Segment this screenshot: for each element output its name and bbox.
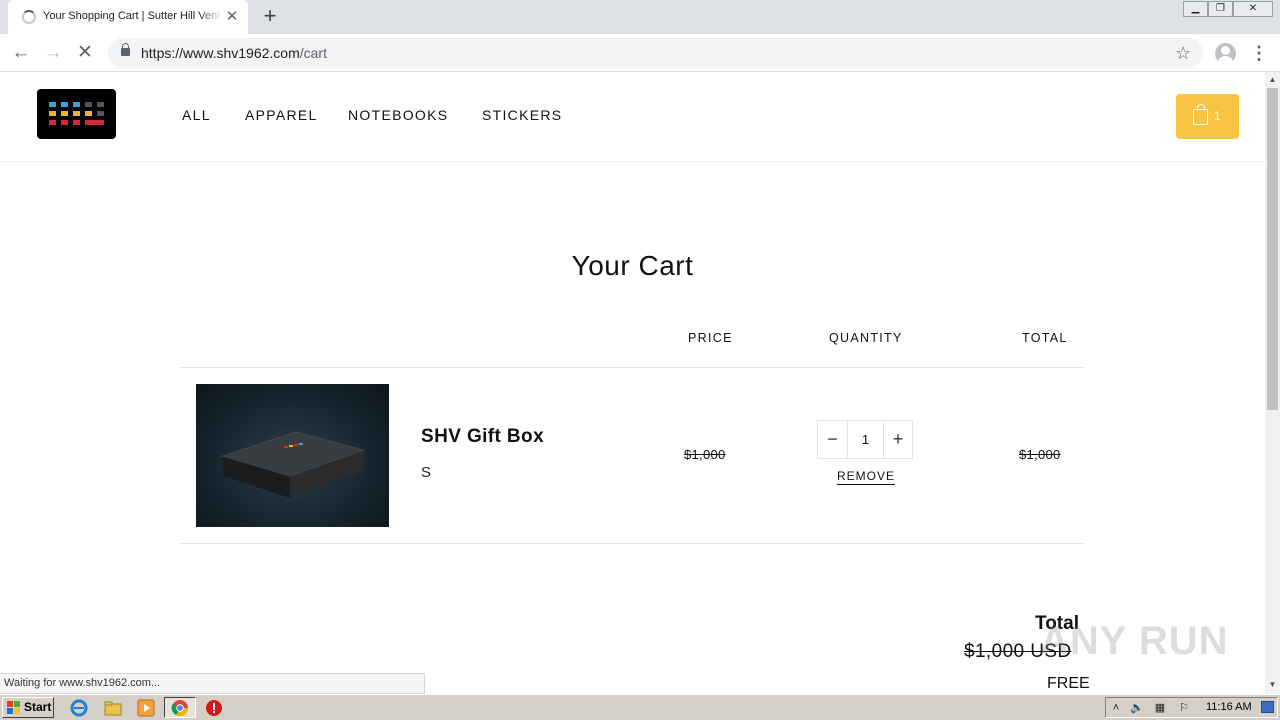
start-label: Start xyxy=(24,700,52,714)
network-icon[interactable]: ▦ xyxy=(1153,701,1167,715)
logo-block xyxy=(73,111,80,116)
gift-box-illustration xyxy=(220,431,366,498)
show-desktop-icon[interactable] xyxy=(1261,701,1274,713)
page-viewport: ALL APPAREL NOTEBOOKS STICKERS 1 Your Ca… xyxy=(0,72,1265,694)
nav-link-apparel[interactable]: APPAREL xyxy=(245,107,318,123)
taskbar: Start ˄ 🔈 ▦ ⚐ 11:16 AM xyxy=(0,694,1280,720)
star-icon[interactable]: ☆ xyxy=(1175,41,1191,65)
remove-item-link[interactable]: REMOVE xyxy=(837,469,896,485)
quantity-increase-button[interactable]: + xyxy=(883,420,913,459)
media-player-icon[interactable] xyxy=(137,699,155,717)
divider xyxy=(180,367,1084,368)
line-total: $1,000 xyxy=(1019,447,1061,462)
shopping-bag-icon xyxy=(1193,104,1208,125)
column-header-quantity: QUANTITY xyxy=(829,331,903,345)
cart-button[interactable]: 1 xyxy=(1176,94,1239,139)
logo-block xyxy=(97,111,104,116)
logo-block xyxy=(73,120,80,125)
logo-block xyxy=(85,111,92,116)
lock-icon xyxy=(121,43,130,56)
product-name[interactable]: SHV Gift Box xyxy=(421,426,544,448)
site-header: ALL APPAREL NOTEBOOKS STICKERS 1 xyxy=(0,72,1265,162)
browser-tab[interactable]: Your Shopping Cart | Sutter Hill Venture… xyxy=(8,0,248,34)
window-close-button[interactable]: ✕ xyxy=(1233,1,1273,17)
product-image[interactable] xyxy=(196,384,389,527)
logo-block xyxy=(49,102,56,107)
quantity-input[interactable]: 1 xyxy=(848,420,883,459)
show-hidden-icons-icon[interactable]: ˄ xyxy=(1109,701,1123,715)
profile-icon[interactable] xyxy=(1215,43,1236,64)
clock[interactable]: 11:16 AM xyxy=(1206,701,1252,713)
tab-title: Your Shopping Cart | Sutter Hill Venture… xyxy=(43,10,219,22)
product-variant: S xyxy=(421,464,432,481)
volume-icon[interactable]: 🔈 xyxy=(1130,701,1144,715)
divider xyxy=(180,543,1084,544)
tab-title-fade xyxy=(198,6,222,28)
logo-block xyxy=(85,102,92,107)
back-icon[interactable]: ← xyxy=(8,41,34,65)
system-tray: ˄ 🔈 ▦ ⚐ 11:16 AM xyxy=(1105,697,1278,718)
nav-link-stickers[interactable]: STICKERS xyxy=(482,107,562,123)
menu-icon[interactable]: ⋮ xyxy=(1250,41,1268,65)
address-bar[interactable]: https://www.shv1962.com/cart ☆ xyxy=(108,38,1203,68)
logo-block xyxy=(49,120,56,125)
status-bar: Waiting for www.shv1962.com... xyxy=(0,673,425,694)
windows-flag-icon xyxy=(7,701,20,714)
url-text[interactable]: https://www.shv1962.com/cart xyxy=(141,45,327,61)
scroll-thumb[interactable] xyxy=(1267,88,1278,410)
url-host: https://www.shv1962.com xyxy=(141,45,300,61)
shv-logo[interactable] xyxy=(37,89,116,139)
start-button[interactable]: Start xyxy=(2,697,54,718)
scroll-down-arrow-icon[interactable]: ▼ xyxy=(1265,677,1280,692)
toolbar: ← → ✕ https://www.shv1962.com/cart ☆ ⋮ xyxy=(0,34,1280,72)
cart-count-badge: 1 xyxy=(1214,109,1221,123)
restore-button[interactable]: ❐ xyxy=(1208,1,1233,17)
logo-block xyxy=(49,111,56,116)
page-title: Your Cart xyxy=(571,250,694,281)
taskbar-chrome-button[interactable] xyxy=(164,697,196,718)
logo-block xyxy=(61,120,68,125)
file-explorer-icon[interactable] xyxy=(104,699,122,717)
chrome-icon xyxy=(171,700,189,717)
tab-strip: Your Shopping Cart | Sutter Hill Venture… xyxy=(0,0,1280,34)
internet-explorer-icon[interactable] xyxy=(70,699,88,717)
logo-block xyxy=(61,111,68,116)
url-path: /cart xyxy=(299,45,327,61)
forward-icon[interactable]: → xyxy=(40,41,66,65)
column-header-price: PRICE xyxy=(688,331,733,345)
total-final-price: FREE xyxy=(1047,675,1090,692)
stop-icon[interactable]: ✕ xyxy=(72,41,98,65)
nav-link-all[interactable]: ALL xyxy=(182,107,211,123)
minimize-button[interactable]: ▁ xyxy=(1183,1,1208,17)
unit-price: $1,000 xyxy=(684,447,726,462)
stop-sign-icon[interactable] xyxy=(205,699,223,717)
column-header-total: TOTAL xyxy=(1022,331,1068,345)
logo-block xyxy=(73,102,80,107)
scroll-up-arrow-icon[interactable]: ▲ xyxy=(1265,72,1280,87)
nav-link-notebooks[interactable]: NOTEBOOKS xyxy=(348,107,448,123)
tab-close-icon[interactable]: ✕ xyxy=(223,8,241,26)
quantity-decrease-button[interactable]: − xyxy=(817,420,848,459)
logo-block xyxy=(61,102,68,107)
action-center-flag-icon[interactable]: ⚐ xyxy=(1177,701,1191,715)
logo-block xyxy=(97,102,104,107)
anyrun-watermark: ANY RUN xyxy=(1040,607,1240,677)
vertical-scrollbar[interactable]: ▲ ▼ xyxy=(1265,72,1280,694)
loading-spinner-icon xyxy=(22,10,36,24)
new-tab-button[interactable]: + xyxy=(259,5,281,27)
logo-block xyxy=(85,120,104,125)
watermark-text: ANY RUN xyxy=(1040,619,1229,663)
